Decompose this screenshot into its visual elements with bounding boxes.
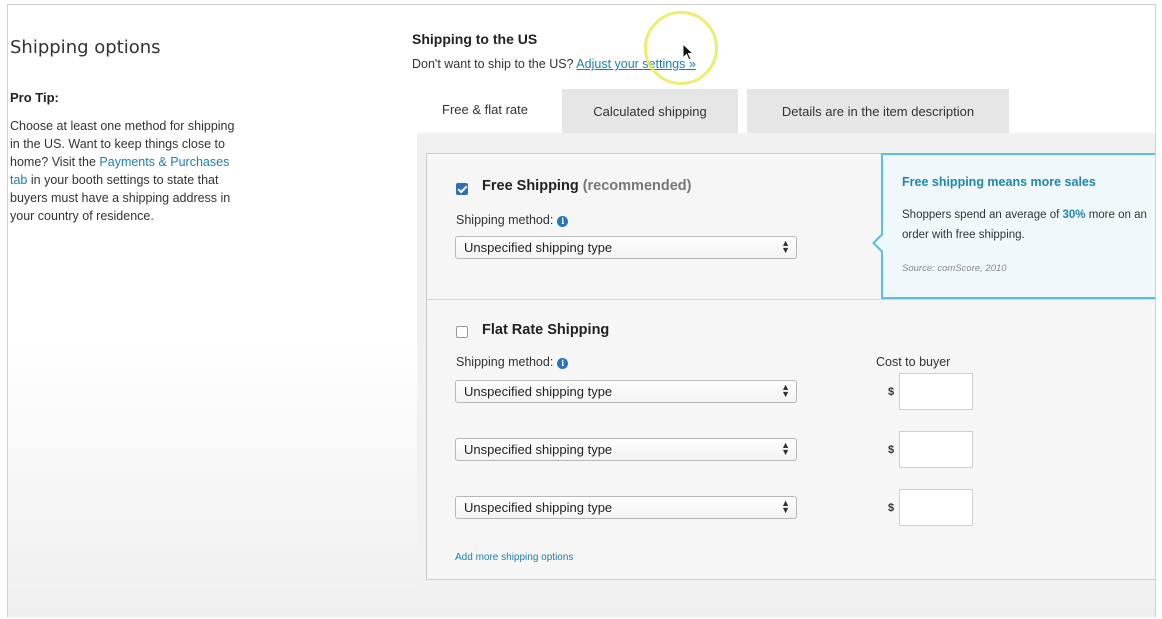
flat-rate-title: Flat Rate Shipping xyxy=(482,322,610,338)
main-content: Shipping to the US Don't want to ship to… xyxy=(412,5,1155,617)
tab-free-flat-rate[interactable]: Free & flat rate xyxy=(417,85,553,133)
updown-arrows-icon: ▲ ▼ xyxy=(781,382,790,399)
currency-symbol: $ xyxy=(888,386,895,398)
shipping-tabs: Free & flat rate Calculated shipping Det… xyxy=(417,85,1155,133)
info-icon[interactable]: i xyxy=(557,358,569,369)
currency-symbol: $ xyxy=(888,444,895,456)
pro-tip-title: Pro Tip: xyxy=(10,90,59,105)
sidebar-title: Shipping options xyxy=(10,37,161,58)
updown-arrows-icon: ▲ ▼ xyxy=(781,238,790,255)
select-value: Unspecified shipping type xyxy=(464,442,613,457)
pro-tip-body: Choose at least one method for shipping … xyxy=(10,117,242,225)
callout-body-text: Shoppers spend an average of xyxy=(902,209,1063,221)
free-shipping-title-text: Free Shipping xyxy=(482,178,579,194)
cursor-highlight-ring xyxy=(644,11,718,85)
updown-arrows-icon: ▲ ▼ xyxy=(781,440,790,457)
currency-symbol: $ xyxy=(888,502,895,514)
cost-to-buyer-label: Cost to buyer xyxy=(876,355,951,369)
free-shipping-method-select[interactable]: Unspecified shipping type ▲ ▼ xyxy=(455,236,797,259)
select-value: Unspecified shipping type xyxy=(464,500,613,515)
callout-title: Free shipping means more sales xyxy=(902,175,1096,189)
recommended-label: (recommended) xyxy=(582,178,692,194)
page-title: Shipping to the US xyxy=(412,31,538,47)
free-shipping-method-label: Shipping method: i xyxy=(456,213,569,227)
page-frame: Shipping options Pro Tip: Choose at leas… xyxy=(7,4,1156,617)
tab-calculated-shipping[interactable]: Calculated shipping xyxy=(562,89,738,133)
cost-input-3[interactable] xyxy=(899,489,973,526)
free-shipping-checkbox[interactable] xyxy=(456,183,468,195)
pro-tip-text-end: in your booth settings to state that buy… xyxy=(10,173,231,223)
callout-body: Shoppers spend an average of 30% more on… xyxy=(902,205,1155,245)
tab-details-in-description[interactable]: Details are in the item description xyxy=(747,89,1009,133)
flat-rate-method-select-2[interactable]: Unspecified shipping type ▲ ▼ xyxy=(455,438,797,461)
flat-rate-method-select-1[interactable]: Unspecified shipping type ▲ ▼ xyxy=(455,380,797,403)
free-shipping-callout: Free shipping means more sales Shoppers … xyxy=(872,153,1155,299)
method-label-text: Shipping method: xyxy=(456,213,554,227)
select-value: Unspecified shipping type xyxy=(464,240,613,255)
cost-input-2[interactable] xyxy=(899,431,973,468)
mouse-pointer-icon xyxy=(682,43,695,61)
shipping-panel: Free Shipping (recommended) Shipping met… xyxy=(426,153,1155,580)
add-more-shipping-options-link[interactable]: Add more shipping options xyxy=(455,552,573,563)
info-icon[interactable]: i xyxy=(557,216,569,227)
callout-source: Source: comScore, 2010 xyxy=(902,263,1007,274)
subtitle-text: Don't want to ship to the US? xyxy=(412,57,577,71)
flat-rate-method-label: Shipping method: i xyxy=(456,355,569,369)
updown-arrows-icon: ▲ ▼ xyxy=(781,498,790,515)
flat-rate-checkbox[interactable] xyxy=(456,326,468,338)
method-label-text: Shipping method: xyxy=(456,355,554,369)
cost-input-1[interactable] xyxy=(899,373,973,410)
callout-percentage: 30% xyxy=(1062,209,1086,221)
select-value: Unspecified shipping type xyxy=(464,384,613,399)
section-divider xyxy=(427,299,1155,300)
sidebar: Shipping options Pro Tip: Choose at leas… xyxy=(8,5,248,617)
free-shipping-title: Free Shipping (recommended) xyxy=(482,178,691,194)
flat-rate-method-select-3[interactable]: Unspecified shipping type ▲ ▼ xyxy=(455,496,797,519)
